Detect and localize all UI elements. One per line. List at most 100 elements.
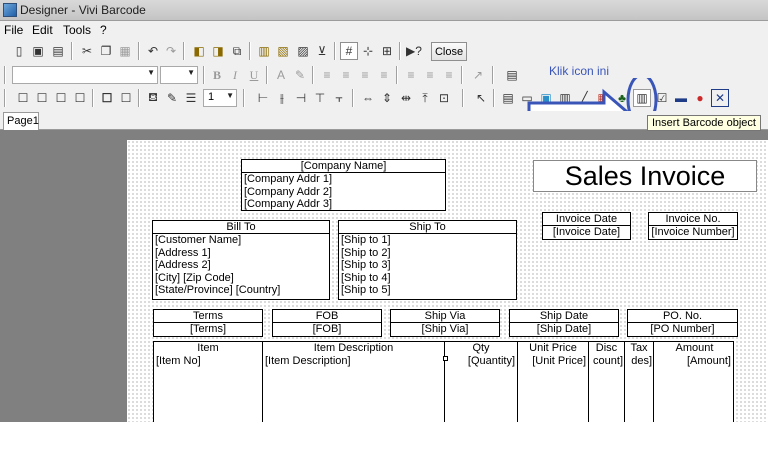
line-width-combo[interactable]: 1 ▼	[203, 89, 237, 107]
font-color-icon[interactable]: A	[272, 66, 290, 84]
menu-edit[interactable]: Edit	[32, 23, 53, 37]
align-middles-icon[interactable]: ⫟	[330, 89, 348, 107]
fob-box[interactable]: FOB [FOB]	[272, 309, 382, 337]
valign-middle-icon[interactable]: ≡	[421, 66, 439, 84]
border-all-icon[interactable]: ☐	[98, 89, 116, 107]
menu-file[interactable]: File	[4, 23, 23, 37]
invoice-number-box[interactable]: Invoice No. [Invoice Number]	[648, 212, 738, 240]
menu-tools[interactable]: Tools	[63, 23, 91, 37]
toolbar-separator	[92, 89, 94, 107]
text-rotate-icon[interactable]: ↗	[469, 66, 487, 84]
toolbar-separator	[138, 42, 140, 60]
col-description-value: [Item Description]	[265, 354, 351, 367]
ship-to-box[interactable]: Ship To [Ship to 1] [Ship to 2] [Ship to…	[338, 220, 517, 300]
ship-to-1: [Ship to 1]	[341, 234, 391, 246]
invoice-title[interactable]: Sales Invoice	[533, 160, 757, 192]
same-width-icon[interactable]: ⇔	[359, 89, 377, 107]
bring-front-icon[interactable]: ◧	[190, 42, 208, 60]
toolbar-separator	[462, 89, 464, 107]
undo-icon[interactable]: ↶	[144, 42, 162, 60]
redo-icon[interactable]: ↷	[162, 42, 180, 60]
border-top-icon[interactable]: ☐	[52, 89, 70, 107]
bill-to-box[interactable]: Bill To [Customer Name] [Address 1] [Add…	[152, 220, 330, 300]
ship-date-box[interactable]: Ship Date [Ship Date]	[509, 309, 619, 337]
company-box[interactable]: [Company Name] [Company Addr 1] [Company…	[241, 159, 446, 211]
delete-page-icon[interactable]: ▨	[294, 42, 312, 60]
text-object-icon[interactable]: ▤	[499, 89, 517, 107]
font-size-combo[interactable]: ▼	[160, 66, 198, 84]
help-icon[interactable]: ▶?	[405, 42, 423, 60]
print-icon[interactable]: ▤	[49, 42, 67, 60]
border-left-icon[interactable]: ☐	[33, 89, 51, 107]
justify-icon[interactable]: ≡	[375, 66, 393, 84]
toolbar-separator	[399, 42, 401, 60]
toolbar-separator	[493, 89, 495, 107]
italic-icon[interactable]: I	[226, 66, 244, 84]
ship-to-5: [Ship to 5]	[341, 284, 391, 296]
col-tax-header: Tax	[630, 342, 648, 354]
page-setup-icon[interactable]: ⊻	[313, 42, 331, 60]
po-number-value: [PO Number]	[650, 323, 715, 335]
copy-icon[interactable]: ❐	[97, 42, 115, 60]
align-right-icon[interactable]: ≡	[356, 66, 374, 84]
group-icon[interactable]: ⧉	[228, 42, 246, 60]
report-page[interactable]: [Company Name] [Company Addr 1] [Company…	[127, 140, 768, 422]
po-number-box[interactable]: PO. No. [PO Number]	[627, 309, 738, 337]
fill-color-icon[interactable]: ⛾	[144, 89, 162, 107]
pie-object-icon[interactable]: ●	[691, 89, 709, 107]
align-tops-icon[interactable]: ⊤	[311, 89, 329, 107]
border-bottom-icon[interactable]: ☐	[71, 89, 89, 107]
copy-page-icon[interactable]: ▧	[274, 42, 292, 60]
select-pointer-icon[interactable]: ↖	[472, 89, 490, 107]
send-back-icon[interactable]: ◨	[209, 42, 227, 60]
center-page-icon[interactable]: ⊡	[435, 89, 453, 107]
border-right-icon[interactable]: ☐	[117, 89, 135, 107]
toolbar-separator	[266, 66, 268, 84]
toolbar-separator	[4, 66, 6, 84]
bold-icon[interactable]: B	[208, 66, 226, 84]
tab-page1[interactable]: Page1	[3, 112, 39, 130]
col-amount-header: Amount	[675, 342, 714, 354]
line-items-table[interactable]: Item [Item No] Item Description [Item De…	[153, 341, 734, 422]
terms-box[interactable]: Terms [Terms]	[153, 309, 263, 337]
space-vertical-icon[interactable]: ⤒	[416, 89, 434, 107]
save-icon[interactable]: ▣	[29, 42, 47, 60]
snap-grid-icon[interactable]: ⊹	[359, 42, 377, 60]
ship-via-box[interactable]: Ship Via [Ship Via]	[390, 309, 500, 337]
invoice-date-box[interactable]: Invoice Date [Invoice Date]	[542, 212, 631, 240]
line-color-icon[interactable]: ✎	[163, 89, 181, 107]
highlight-icon[interactable]: ✎	[291, 66, 309, 84]
same-height-icon[interactable]: ⇕	[378, 89, 396, 107]
font-name-combo[interactable]: ▼	[12, 66, 158, 84]
align-center-icon[interactable]: ≡	[337, 66, 355, 84]
menu-help[interactable]: ?	[100, 23, 107, 37]
add-page-icon[interactable]: ▥	[255, 42, 273, 60]
cut-icon[interactable]: ✂	[78, 42, 96, 60]
design-workspace: [Company Name] [Company Addr 1] [Company…	[0, 130, 768, 422]
ship-via-value: [Ship Via]	[421, 323, 469, 335]
align-right-edges-icon[interactable]: ⊣	[292, 89, 310, 107]
table-icon[interactable]: ⊞	[378, 42, 396, 60]
col-qty-header: Qty	[472, 342, 490, 354]
space-horizontal-icon[interactable]: ⇹	[397, 89, 415, 107]
toolbar-separator	[243, 89, 245, 107]
po-number-label: PO. No.	[628, 310, 737, 323]
delete-object-icon[interactable]: ✕	[711, 89, 729, 107]
col-item-description: Item Description [Item Description]	[263, 342, 444, 422]
valign-bottom-icon[interactable]: ≡	[440, 66, 458, 84]
ole-object-icon[interactable]: ▬	[672, 89, 690, 107]
paste-icon[interactable]: ▦	[116, 42, 134, 60]
line-style-icon[interactable]: ☰	[182, 89, 200, 107]
align-left-edges-icon[interactable]: ⊢	[254, 89, 272, 107]
align-centers-icon[interactable]: ⫲	[273, 89, 291, 107]
close-button[interactable]: Close	[431, 42, 467, 61]
valign-top-icon[interactable]: ≡	[402, 66, 420, 84]
properties-icon[interactable]: ▤	[503, 66, 521, 84]
border-none-icon[interactable]: ☐	[14, 89, 32, 107]
align-left-icon[interactable]: ≡	[318, 66, 336, 84]
grid-icon[interactable]: #	[340, 42, 358, 60]
ship-to-2: [Ship to 2]	[341, 246, 391, 259]
new-icon[interactable]: ▯	[10, 42, 28, 60]
resize-handle[interactable]	[443, 356, 448, 361]
underline-icon[interactable]: U	[245, 66, 263, 84]
